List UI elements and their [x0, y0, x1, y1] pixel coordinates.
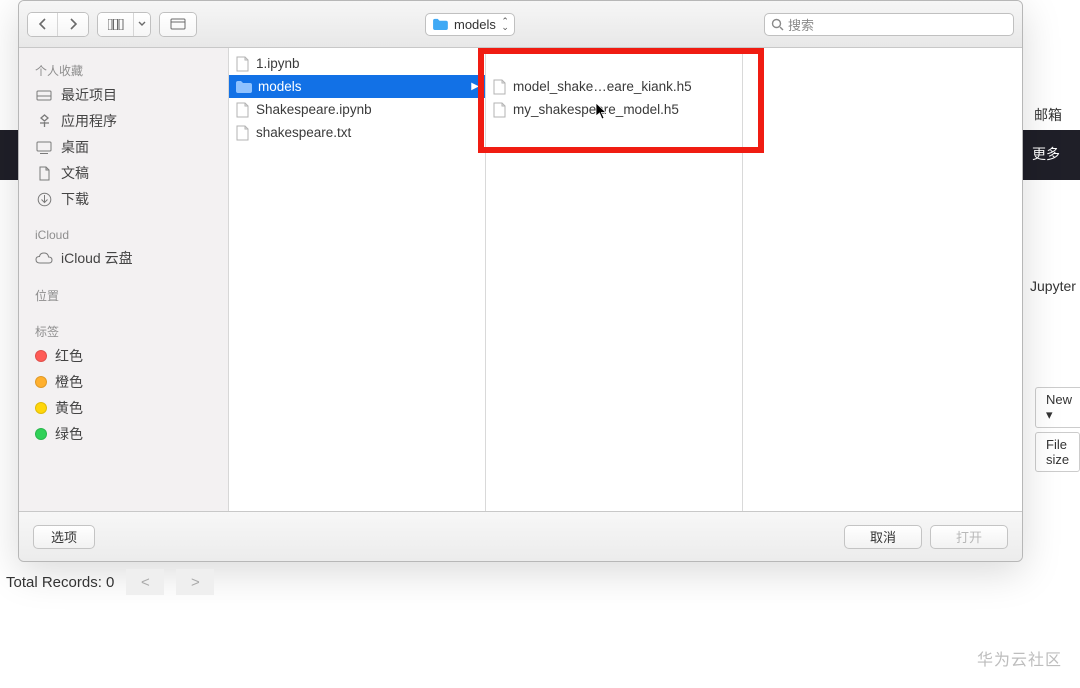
sidebar-item-label: 桌面 — [61, 137, 89, 157]
nav-forward-button[interactable] — [58, 13, 88, 36]
open-button[interactable]: 打开 — [930, 525, 1008, 549]
file-row[interactable]: my_shakespeare_model.h5 — [486, 98, 742, 121]
sidebar-item-label: 下载 — [61, 189, 89, 209]
desktop-icon — [35, 139, 53, 155]
file-icon — [235, 125, 250, 141]
sidebar-item-desktop[interactable]: 桌面 — [19, 134, 228, 160]
sidebar: 个人收藏 最近项目 应用程序 桌面 — [19, 48, 229, 511]
row-label: my_shakespeare_model.h5 — [513, 102, 679, 117]
file-row[interactable]: model_shake…eare_kiank.h5 — [486, 75, 742, 98]
tag-dot-icon — [35, 428, 47, 440]
search-placeholder: 搜索 — [788, 15, 814, 34]
chevron-right-icon: ▶ — [471, 81, 479, 92]
options-button[interactable]: 选项 — [33, 525, 95, 549]
documents-icon — [35, 165, 53, 181]
row-label: 1.ipynb — [256, 56, 300, 71]
sidebar-item-label: 橙色 — [55, 372, 83, 392]
updown-icon: ⌃⌄ — [501, 18, 509, 30]
bg-mailbox: 邮箱 — [1034, 105, 1062, 125]
downloads-icon — [35, 191, 53, 207]
view-mode-group — [97, 12, 151, 37]
file-open-dialog: models ⌃⌄ 搜索 个人收藏 最近项目 — [18, 0, 1023, 562]
file-row[interactable]: 1.ipynb — [229, 52, 485, 75]
bg-more: 更多 — [1032, 144, 1060, 164]
file-row[interactable]: Shakespeare.ipynb — [229, 98, 485, 121]
file-icon — [492, 79, 507, 95]
file-icon — [235, 56, 250, 72]
sidebar-item-label: 黄色 — [55, 398, 83, 418]
row-label: Shakespeare.ipynb — [256, 102, 372, 117]
tag-dot-icon — [35, 402, 47, 414]
path-popup-button[interactable]: models ⌃⌄ — [425, 13, 515, 36]
sidebar-item-label: 最近项目 — [61, 85, 117, 105]
file-icon — [235, 102, 250, 118]
view-columns-button[interactable] — [98, 13, 134, 36]
sidebar-item-downloads[interactable]: 下载 — [19, 186, 228, 212]
nav-back-button[interactable] — [28, 13, 58, 36]
folder-icon — [432, 18, 448, 30]
cloud-icon — [35, 250, 53, 266]
dialog-toolbar: models ⌃⌄ 搜索 — [19, 1, 1022, 48]
tag-dot-icon — [35, 376, 47, 388]
pager-prev[interactable]: < — [126, 569, 164, 595]
folder-row[interactable]: models ▶ — [229, 75, 485, 98]
column-0: 1.ipynb models ▶ Shakespeare.ipynb shakespea… — [229, 48, 486, 511]
sidebar-tag-orange[interactable]: 橙色 — [19, 369, 228, 395]
nav-back-forward-group — [27, 12, 89, 37]
file-row[interactable]: shakespeare.txt — [229, 121, 485, 144]
sidebar-header-favorites: 个人收藏 — [19, 56, 228, 82]
sidebar-item-recents[interactable]: 最近项目 — [19, 82, 228, 108]
row-label: shakespeare.txt — [256, 125, 351, 140]
row-label: models — [258, 79, 302, 94]
sidebar-item-label: 绿色 — [55, 424, 83, 444]
total-records-label: Total Records: 0 — [6, 574, 114, 591]
sidebar-item-documents[interactable]: 文稿 — [19, 160, 228, 186]
records-bar: Total Records: 0 < > — [6, 569, 214, 595]
view-mode-dropdown[interactable] — [134, 13, 150, 36]
sidebar-item-label: 红色 — [55, 346, 83, 366]
bg-new-button[interactable]: New ▾ — [1035, 387, 1080, 428]
column-browser: 1.ipynb models ▶ Shakespeare.ipynb shakespea… — [229, 48, 1022, 511]
search-icon — [771, 18, 784, 31]
chevron-left-icon — [38, 18, 48, 30]
cancel-button[interactable]: 取消 — [844, 525, 922, 549]
sidebar-item-label: 文稿 — [61, 163, 89, 183]
pager-next[interactable]: > — [176, 569, 214, 595]
sidebar-item-label: 应用程序 — [61, 111, 117, 131]
tag-dot-icon — [35, 350, 47, 362]
columns-icon — [108, 19, 124, 30]
search-field[interactable]: 搜索 — [764, 13, 1014, 36]
watermark: 华为云社区 — [977, 646, 1062, 670]
recents-icon — [35, 87, 53, 103]
apps-icon — [35, 113, 53, 129]
folder-icon — [235, 80, 252, 93]
row-label: model_shake…eare_kiank.h5 — [513, 79, 692, 94]
sidebar-tag-yellow[interactable]: 黄色 — [19, 395, 228, 421]
sidebar-header-tags: 标签 — [19, 317, 228, 343]
sidebar-item-icloud[interactable]: iCloud 云盘 — [19, 245, 228, 271]
sidebar-item-label: iCloud 云盘 — [61, 248, 133, 268]
chevron-right-icon — [68, 18, 78, 30]
chevron-down-icon — [138, 21, 146, 27]
column-2 — [743, 48, 1000, 511]
path-popup-label: models — [454, 17, 496, 32]
sidebar-header-locations: 位置 — [19, 281, 228, 307]
dialog-footer: 选项 取消 打开 — [19, 511, 1022, 561]
sidebar-header-icloud: iCloud — [19, 222, 228, 245]
sidebar-tag-green[interactable]: 绿色 — [19, 421, 228, 447]
group-by-button[interactable] — [159, 12, 197, 37]
sidebar-tag-red[interactable]: 红色 — [19, 343, 228, 369]
sidebar-item-applications[interactable]: 应用程序 — [19, 108, 228, 134]
file-icon — [492, 102, 507, 118]
column-1: model_shake..._...model_shake…eare_kiank… — [486, 48, 743, 511]
bg-jupyter: Jupyter — [1030, 278, 1076, 294]
bg-filesize-button[interactable]: File size — [1035, 432, 1080, 472]
group-icon — [170, 18, 186, 30]
